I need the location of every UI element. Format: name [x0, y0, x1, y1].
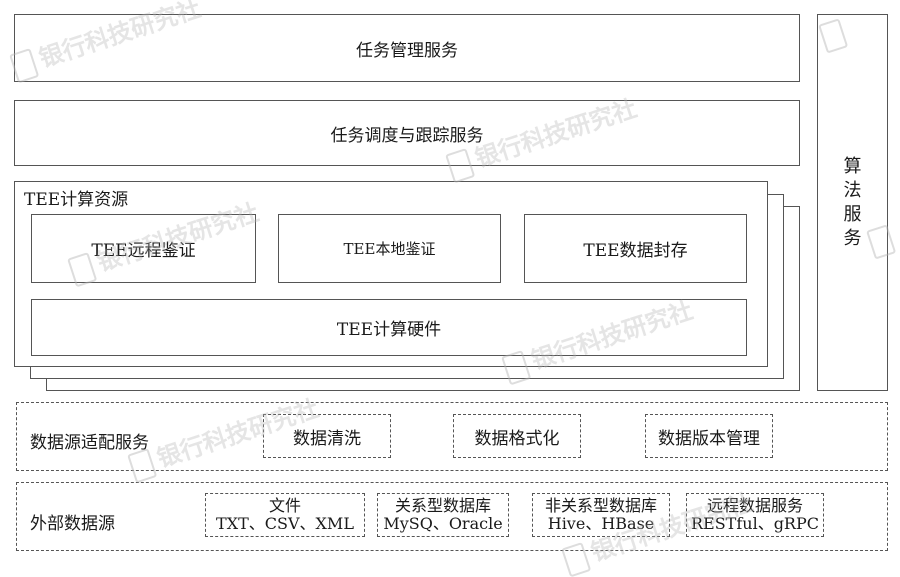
external-source-files: 文件 TXT、CSV、XML — [205, 493, 365, 537]
tee-resources-title: TEE计算资源 — [24, 190, 129, 210]
external-source-nonrelational-db-line1: 非关系型数据库 — [544, 496, 657, 515]
algorithm-char-4: 务 — [843, 227, 862, 249]
external-source-files-line2: TXT、CSV、XML — [216, 514, 354, 533]
data-cleaning-label: 数据清洗 — [293, 428, 361, 449]
algorithm-char-1: 算 — [843, 155, 862, 177]
task-scheduling-service: 任务调度与跟踪服务 — [14, 100, 800, 166]
task-management-label: 任务管理服务 — [356, 40, 458, 61]
tee-local-attestation: TEE本地鉴证 — [278, 214, 501, 283]
tee-compute-hardware-label: TEE计算硬件 — [336, 320, 442, 340]
tee-data-sealing: TEE数据封存 — [524, 214, 747, 283]
tee-remote-attestation-label: TEE远程鉴证 — [91, 241, 196, 261]
external-source-relational-db-line2: MySQ、Oracle — [383, 514, 503, 533]
tee-data-sealing-label: TEE数据封存 — [583, 241, 688, 261]
data-source-adapter-title: 数据源适配服务 — [30, 433, 149, 453]
external-source-relational-db: 关系型数据库 MySQ、Oracle — [377, 493, 509, 537]
external-data-sources-title: 外部数据源 — [30, 514, 115, 534]
tee-remote-attestation: TEE远程鉴证 — [31, 214, 256, 283]
external-source-remote-service-line2: RESTful、gRPC — [690, 514, 819, 533]
external-source-relational-db-line1: 关系型数据库 — [394, 496, 491, 515]
data-formatting: 数据格式化 — [453, 414, 581, 458]
external-source-nonrelational-db: 非关系型数据库 Hive、HBase — [532, 493, 670, 537]
tee-local-attestation-label: TEE本地鉴证 — [343, 240, 436, 258]
external-source-remote-service-line1: 远程数据服务 — [706, 496, 803, 515]
tee-compute-hardware: TEE计算硬件 — [31, 299, 747, 356]
task-scheduling-label: 任务调度与跟踪服务 — [330, 125, 484, 146]
algorithm-char-3: 服 — [843, 203, 862, 225]
algorithm-char-2: 法 — [843, 179, 862, 201]
algorithm-service: 算 法 服 务 — [817, 14, 888, 391]
external-source-nonrelational-db-line2: Hive、HBase — [547, 514, 655, 533]
data-formatting-label: 数据格式化 — [474, 428, 560, 449]
task-management-service: 任务管理服务 — [14, 14, 800, 82]
external-source-remote-service: 远程数据服务 RESTful、gRPC — [686, 493, 824, 537]
external-source-files-line1: 文件 — [268, 496, 301, 515]
data-version-management: 数据版本管理 — [645, 414, 773, 458]
data-cleaning: 数据清洗 — [263, 414, 391, 458]
data-version-management-label: 数据版本管理 — [658, 428, 760, 449]
